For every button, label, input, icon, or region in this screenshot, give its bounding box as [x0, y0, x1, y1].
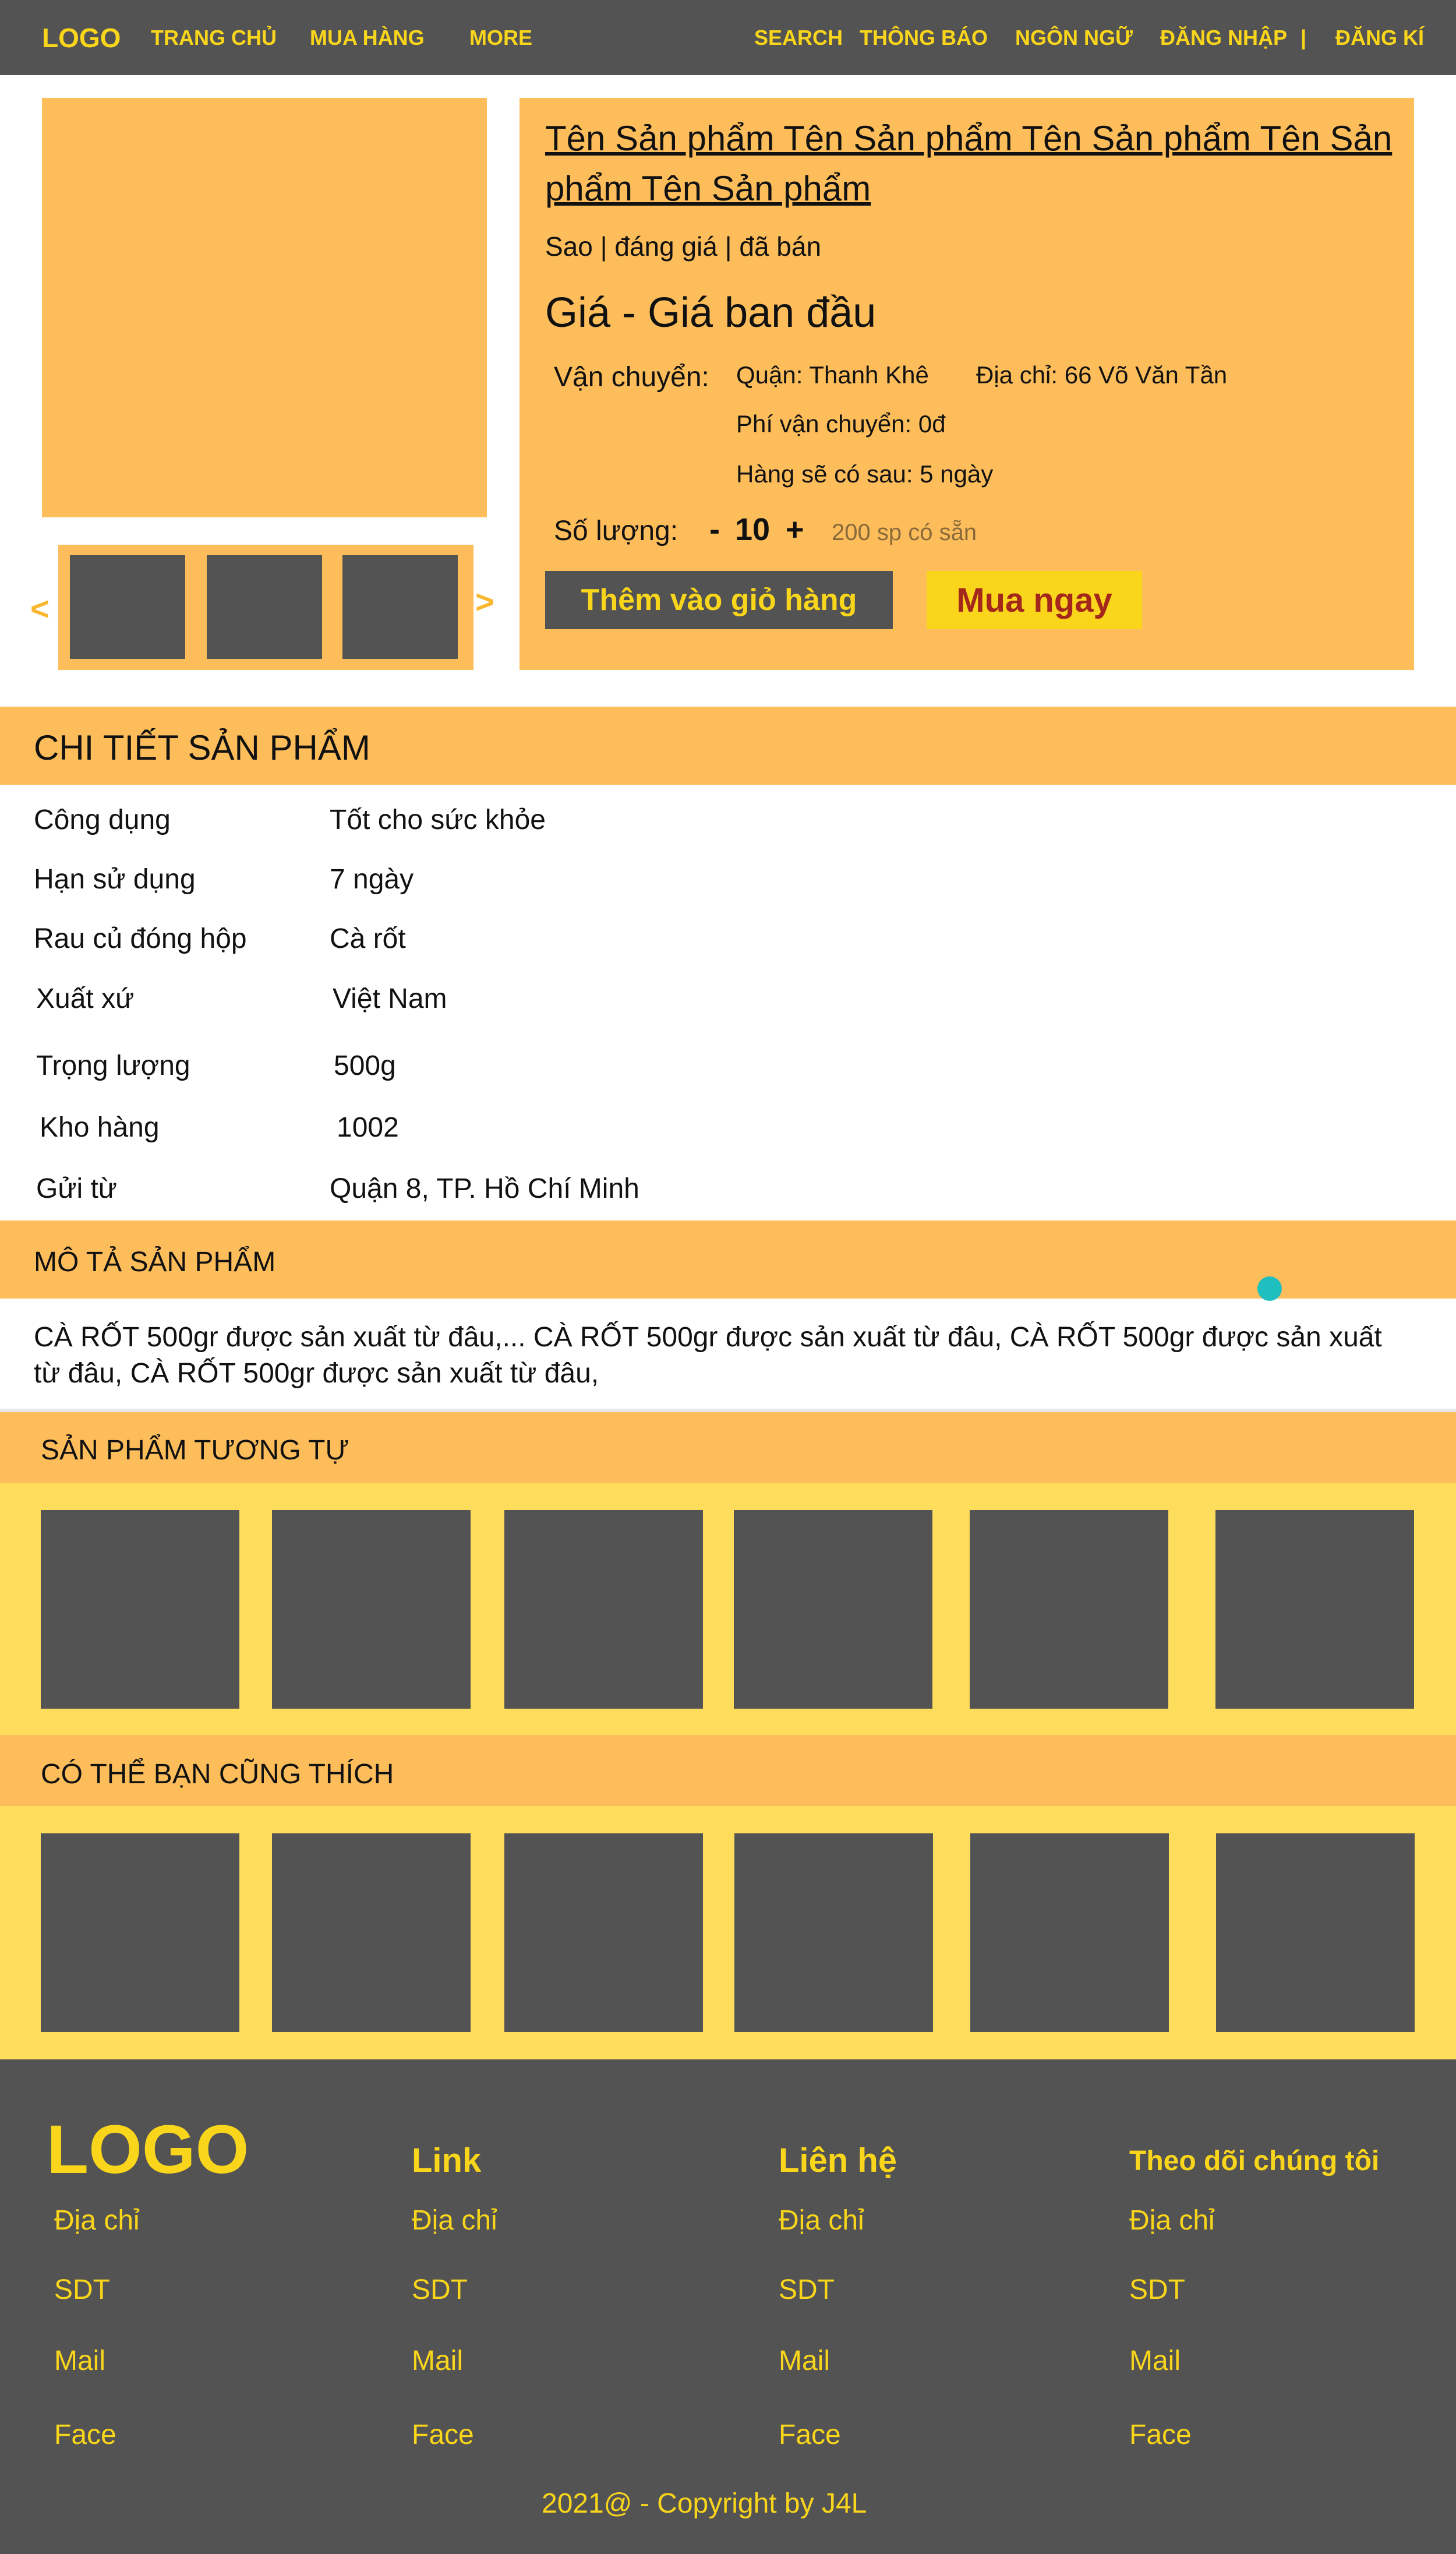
detail-label: Trọng lượng	[36, 1050, 190, 1081]
footer-link-address[interactable]: Địa chỉ	[412, 2204, 497, 2236]
nav-more[interactable]: MORE	[469, 26, 532, 50]
product-card[interactable]	[41, 1510, 239, 1709]
footer-link-address[interactable]: Địa chỉ	[1129, 2204, 1215, 2236]
suggested-header-bar: CÓ THỂ BẠN CŨNG THÍCH	[0, 1735, 1456, 1806]
quantity-label: Số lượng:	[554, 516, 678, 546]
footer-link-address[interactable]: Địa chỉ	[779, 2204, 864, 2236]
product-card[interactable]	[272, 1510, 471, 1709]
detail-value: Việt Nam	[333, 983, 447, 1014]
thumbnail-2[interactable]	[207, 555, 322, 659]
similar-heading: SẢN PHẨM TƯƠNG TỰ	[41, 1435, 349, 1466]
footer-link-mail[interactable]: Mail	[54, 2345, 105, 2377]
shipping-fee: Phí vận chuyển: 0đ	[736, 410, 946, 438]
footer-link-phone[interactable]: SDT	[1129, 2274, 1185, 2306]
nav-home[interactable]: TRANG CHỦ	[151, 26, 277, 50]
footer-link-mail[interactable]: Mail	[412, 2345, 463, 2377]
detail-value: 1002	[337, 1112, 399, 1143]
delivery-time: Hàng sẽ có sau: 5 ngày	[736, 460, 994, 488]
footer-heading-contact: Liên hệ	[779, 2142, 897, 2179]
detail-value: 7 ngày	[330, 864, 414, 895]
shipping-label: Vận chuyển:	[554, 362, 709, 393]
footer-heading-link: Link	[412, 2142, 482, 2179]
gallery-next-arrow[interactable]: >	[475, 583, 494, 620]
footer-link-mail[interactable]: Mail	[1129, 2345, 1181, 2377]
footer: LOGO Địa chỉ SDT Mail Face Link Địa chỉ …	[0, 2059, 1456, 2554]
footer-link-face[interactable]: Face	[54, 2419, 116, 2451]
product-card[interactable]	[1215, 1510, 1414, 1709]
suggested-products-grid	[0, 1806, 1456, 2059]
product-card[interactable]	[41, 1833, 239, 2032]
description-text: CÀ RỐT 500gr được sản xuất từ đâu,... CÀ…	[34, 1322, 1382, 1389]
nav-divider: |	[1300, 26, 1307, 50]
thumbnail-3[interactable]	[342, 555, 458, 659]
footer-link-face[interactable]: Face	[412, 2419, 474, 2451]
product-meta: Sao | đáng giá | đã bán	[545, 231, 822, 262]
product-card[interactable]	[1216, 1833, 1415, 2032]
detail-label: Hạn sử dụng	[34, 864, 196, 895]
detail-label: Công dụng	[34, 805, 171, 835]
gallery-prev-arrow[interactable]: <	[30, 590, 50, 627]
stock-count: 200 sp có sẵn	[832, 520, 977, 545]
detail-label: Rau củ đóng hộp	[34, 923, 247, 954]
quantity-increase-button[interactable]: +	[786, 511, 804, 548]
thumbnail-strip	[58, 545, 473, 670]
product-card[interactable]	[504, 1833, 703, 2032]
footer-link-phone[interactable]: SDT	[54, 2274, 110, 2306]
details-header-bar: CHI TIẾT SẢN PHẨM	[0, 707, 1456, 785]
footer-link-face[interactable]: Face	[1129, 2419, 1192, 2451]
detail-value: Quận 8, TP. Hồ Chí Minh	[330, 1173, 639, 1204]
product-card[interactable]	[970, 1833, 1169, 2032]
detail-value: Cà rốt	[330, 923, 406, 954]
buy-now-button[interactable]: Mua ngay	[927, 571, 1142, 629]
footer-link-phone[interactable]: SDT	[779, 2274, 835, 2306]
detail-value: 500g	[334, 1050, 396, 1081]
product-card[interactable]	[734, 1833, 933, 2032]
shipping-district: Quận: Thanh Khê	[736, 361, 929, 389]
add-to-cart-button[interactable]: Thêm vào giỏ hàng	[545, 571, 893, 629]
nav-shop[interactable]: MUA HÀNG	[310, 26, 425, 50]
shipping-address: Địa chỉ: 66 Võ Văn Tần	[976, 361, 1228, 389]
nav-register[interactable]: ĐĂNG KÍ	[1335, 26, 1424, 50]
top-navbar: LOGO TRANG CHỦ MUA HÀNG MORE SEARCH THÔN…	[0, 0, 1456, 75]
detail-label: Kho hàng	[40, 1112, 160, 1143]
product-title[interactable]: Tên Sản phẩm Tên Sản phẩm Tên Sản phẩm T…	[545, 114, 1395, 214]
footer-link-mail[interactable]: Mail	[779, 2345, 830, 2377]
suggested-heading: CÓ THỂ BẠN CŨNG THÍCH	[41, 1759, 394, 1790]
quantity-value[interactable]: 10	[735, 511, 770, 548]
detail-label: Xuất xứ	[36, 983, 135, 1014]
copyright-text: 2021@ - Copyright by J4L	[542, 2488, 867, 2519]
description-header-bar: MÔ TẢ SẢN PHẨM	[0, 1220, 1456, 1299]
footer-heading-follow: Theo dõi chúng tôi	[1129, 2146, 1380, 2176]
footer-link-face[interactable]: Face	[779, 2419, 841, 2451]
cursor-dot	[1257, 1276, 1282, 1301]
product-price: Giá - Giá ban đầu	[545, 290, 877, 336]
details-heading: CHI TIẾT SẢN PHẨM	[34, 728, 370, 767]
product-card[interactable]	[734, 1510, 932, 1709]
detail-label: Gửi từ	[36, 1173, 117, 1204]
nav-notifications[interactable]: THÔNG BÁO	[860, 26, 988, 50]
description-heading: MÔ TẢ SẢN PHẨM	[34, 1247, 276, 1278]
similar-products-grid	[0, 1483, 1456, 1735]
main-product-image[interactable]	[42, 98, 487, 517]
footer-link-phone[interactable]: SDT	[412, 2274, 468, 2306]
header-logo[interactable]: LOGO	[42, 22, 121, 54]
detail-value: Tốt cho sức khỏe	[330, 805, 546, 835]
product-card[interactable]	[504, 1510, 703, 1709]
nav-search[interactable]: SEARCH	[754, 26, 843, 50]
footer-logo[interactable]: LOGO	[47, 2110, 249, 2189]
product-card[interactable]	[970, 1510, 1168, 1709]
product-card[interactable]	[272, 1833, 471, 2032]
nav-language[interactable]: NGÔN NGỮ	[1015, 26, 1133, 50]
thumbnail-1[interactable]	[70, 555, 185, 659]
nav-login[interactable]: ĐĂNG NHẬP	[1160, 26, 1287, 50]
footer-link-address[interactable]: Địa chỉ	[54, 2204, 140, 2236]
similar-header-bar: SẢN PHẨM TƯƠNG TỰ	[0, 1412, 1456, 1483]
quantity-decrease-button[interactable]: -	[709, 511, 720, 548]
